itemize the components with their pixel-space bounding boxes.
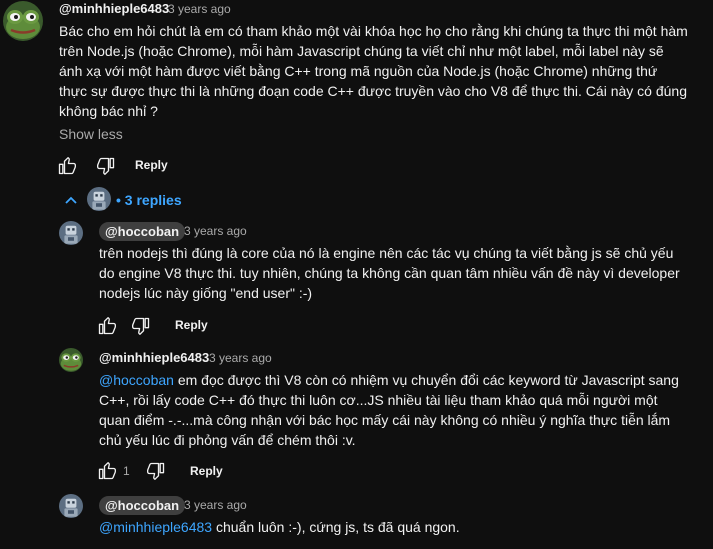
reply-author[interactable]: @hoccoban	[99, 222, 186, 241]
reply-button[interactable]: Reply	[175, 318, 208, 332]
like-count: 1	[123, 464, 130, 478]
thumb-down-icon[interactable]	[146, 461, 166, 481]
frog-avatar-icon	[3, 1, 43, 41]
thumb-up-icon[interactable]	[97, 316, 117, 336]
reply-text: trên nodejs thì đúng là core của nó là e…	[99, 245, 680, 301]
thumb-down-icon[interactable]	[131, 316, 151, 336]
reply-button[interactable]: Reply	[135, 158, 168, 172]
bullet: •	[116, 192, 121, 208]
thumb-up-icon[interactable]	[97, 461, 117, 481]
chevron-up-icon[interactable]	[63, 192, 79, 208]
reply-text: @hoccoban em đọc được thì V8 còn có nhiệ…	[99, 370, 689, 450]
thumb-down-icon[interactable]	[96, 156, 116, 176]
replies-toggle[interactable]: • 3 replies	[116, 192, 182, 208]
mention-link[interactable]: @hoccoban	[99, 372, 174, 388]
avatar[interactable]	[59, 494, 83, 518]
robot-avatar-icon	[59, 494, 83, 518]
robot-avatar-icon	[87, 187, 111, 211]
reply-author[interactable]: @minhhieple6483	[99, 350, 209, 365]
reply-author-avatar	[87, 187, 111, 211]
replies-count-label: 3 replies	[124, 192, 182, 208]
comment-author[interactable]: @minhhieple6483	[59, 1, 169, 16]
reply-text-body: em đọc được thì V8 còn có nhiệm vụ chuyể…	[99, 372, 679, 448]
mention-link[interactable]: @minhhieple6483	[99, 519, 212, 535]
show-less-button[interactable]: Show less	[59, 126, 123, 142]
thumb-up-icon[interactable]	[57, 156, 77, 176]
comment-text: Bác cho em hỏi chút là em có tham khảo m…	[59, 23, 688, 119]
reply-text: @minhhieple6483 chuẩn luôn :-), cứng js,…	[99, 517, 689, 537]
reply-button[interactable]: Reply	[190, 464, 223, 478]
reply-timestamp[interactable]: 3 years ago	[184, 498, 247, 512]
reply-text-body: chuẩn luôn :-), cứng js, ts đã quá ngon.	[212, 519, 460, 535]
reply-timestamp[interactable]: 3 years ago	[184, 224, 247, 238]
reply-author[interactable]: @hoccoban	[99, 496, 186, 515]
avatar[interactable]	[59, 348, 83, 372]
reply-timestamp[interactable]: 3 years ago	[209, 351, 272, 365]
avatar[interactable]	[3, 1, 43, 41]
avatar[interactable]	[59, 221, 83, 245]
frog-avatar-icon	[59, 348, 83, 372]
comment-timestamp[interactable]: 3 years ago	[168, 2, 231, 16]
robot-avatar-icon	[59, 221, 83, 245]
